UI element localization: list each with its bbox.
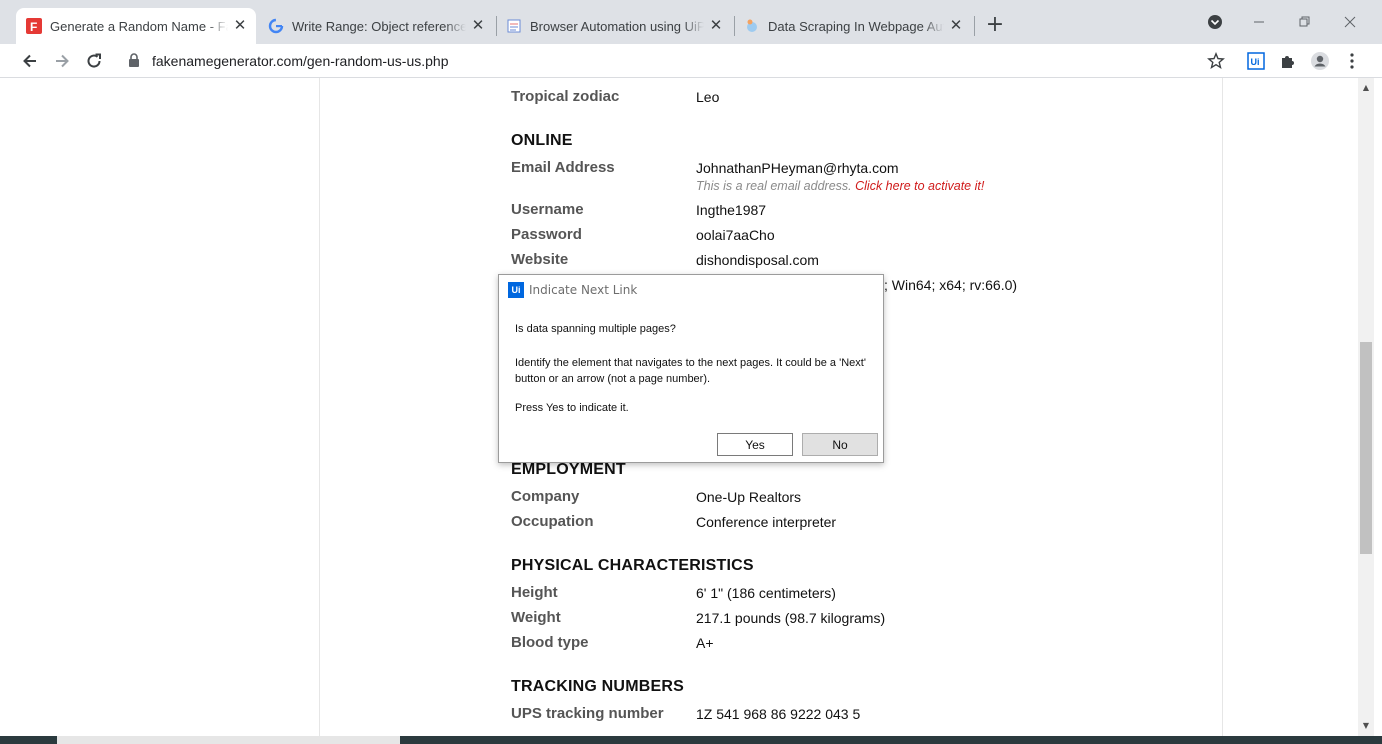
ups-value: 1Z 541 968 86 9222 043 5 [696,706,861,722]
email-note-text: This is a real email address. [696,179,852,193]
close-window-icon[interactable] [1338,10,1362,34]
google-g-icon [268,18,284,34]
dialog-title: Indicate Next Link [529,283,638,297]
uipath-extension-icon[interactable]: Ui [1243,48,1269,74]
yes-button[interactable]: Yes [717,433,793,456]
occupation-label: Occupation [511,513,594,530]
restore-icon[interactable] [1292,10,1316,34]
activate-email-link[interactable]: Click here to activate it! [855,179,984,193]
extensions-puzzle-icon[interactable] [1275,48,1301,74]
svg-text:Ui: Ui [1251,57,1260,67]
email-value: JohnathanPHeyman@rhyta.com [696,160,899,176]
browser-toolbar: fakenamegenerator.com/gen-random-us-us.p… [0,44,1382,78]
close-icon[interactable]: ✕ [948,18,964,34]
tab-title: Browser Automation using UiPath [530,18,704,34]
physical-heading: PHYSICAL CHARACTERISTICS [511,557,754,574]
svg-text:F: F [30,20,37,34]
tab-title: Data Scraping In Webpage Automation [768,18,944,34]
scrollbar-thumb[interactable] [1360,342,1372,554]
taskbar-search-box[interactable] [57,736,400,744]
zodiac-label: Tropical zodiac [511,88,620,105]
tab-browser-automation[interactable]: Browser Automation using UiPath ✕ [496,8,732,44]
minimize-icon[interactable] [1247,10,1271,34]
weight-label: Weight [511,609,561,626]
tab-write-range[interactable]: Write Range: Object reference not set to… [258,8,494,44]
dialog-question: Is data spanning multiple pages? [515,323,676,335]
bookmark-star-icon[interactable] [1203,48,1229,74]
tab-title: Generate a Random Name - Fake Name Gener… [50,18,228,34]
height-label: Height [511,584,558,601]
blood-type-label: Blood type [511,634,589,651]
dialog-titlebar: Ui Indicate Next Link [508,282,637,298]
occupation-value: Conference interpreter [696,514,837,530]
company-value: One-Up Realtors [696,489,802,505]
password-label: Password [511,226,582,243]
close-icon[interactable]: ✕ [708,18,724,34]
tab-strip: F Generate a Random Name - Fake Name Gen… [0,0,1382,44]
useragent-value: ; Win64; x64; rv:66.0) [884,277,1018,293]
dialog-instruction: Press Yes to indicate it. [515,402,629,414]
indicate-next-link-dialog: Ui Indicate Next Link Is data spanning m… [498,274,884,463]
email-label: Email Address [511,159,615,176]
tab-data-scraping[interactable]: Data Scraping In Webpage Automation ✕ [734,8,972,44]
scroll-down-arrow-icon[interactable]: ▼ [1358,718,1374,734]
website-value: dishondisposal.com [696,252,819,268]
website-label: Website [511,251,569,268]
taskbar [0,736,1382,744]
employment-heading: EMPLOYMENT [511,461,626,478]
dialog-description: Identify the element that navigates to t… [515,357,866,385]
fakename-f-icon: F [26,18,42,34]
tab-fake-name-generator[interactable]: F Generate a Random Name - Fake Name Gen… [16,8,256,44]
email-note: This is a real email address. Click here… [696,179,984,193]
vertical-scrollbar[interactable]: ▲ ▼ [1358,78,1374,736]
username-label: Username [511,201,584,218]
back-arrow-icon[interactable] [17,48,43,74]
close-icon[interactable]: ✕ [232,18,248,34]
bot-icon [744,18,760,34]
ups-label: UPS tracking number [511,705,664,722]
zodiac-value: Leo [696,89,720,105]
weight-value: 217.1 pounds (98.7 kilograms) [696,610,886,626]
address-bar[interactable]: fakenamegenerator.com/gen-random-us-us.p… [118,46,1234,76]
close-icon[interactable]: ✕ [470,18,486,34]
new-tab-button[interactable]: + [983,14,1007,38]
forward-arrow-icon[interactable] [49,48,75,74]
scroll-up-arrow-icon[interactable]: ▲ [1358,80,1374,96]
no-button[interactable]: No [802,433,878,456]
online-heading: ONLINE [511,132,573,149]
url-text[interactable]: fakenamegenerator.com/gen-random-us-us.p… [152,53,449,69]
page-icon [506,18,522,34]
menu-kebab-icon[interactable] [1339,48,1365,74]
profile-avatar-icon[interactable] [1307,48,1333,74]
password-value: oolai7aaCho [696,227,775,243]
tab-separator [974,16,975,36]
reload-icon[interactable] [81,48,107,74]
tab-search-icon[interactable] [1203,10,1227,34]
company-label: Company [511,488,580,505]
height-value: 6' 1" (186 centimeters) [696,585,836,601]
uipath-logo-icon: Ui [508,282,524,298]
username-value: Ingthe1987 [696,202,767,218]
blood-type-value: A+ [696,635,714,651]
lock-icon[interactable] [128,52,140,70]
tab-title: Write Range: Object reference not set to… [292,18,466,34]
tracking-heading: TRACKING NUMBERS [511,678,684,695]
